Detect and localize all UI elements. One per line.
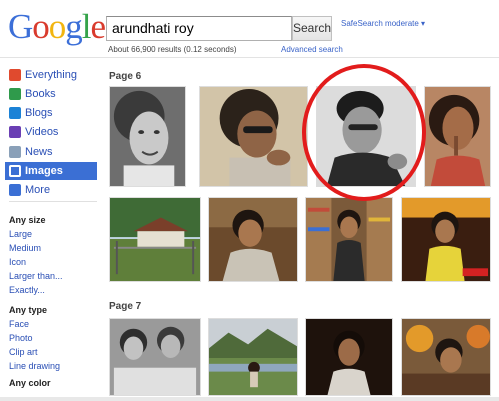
type-option-face[interactable]: Face xyxy=(9,319,29,329)
results-page-label: Page 6 xyxy=(109,71,142,82)
sidebar-item-everything[interactable]: Everything xyxy=(5,66,97,84)
sidebar-item-label: Videos xyxy=(25,126,59,138)
portrait-thumbnail xyxy=(209,198,297,281)
books-icon xyxy=(9,88,21,100)
type-option-clip-art[interactable]: Clip art xyxy=(9,347,38,357)
portrait-thumbnail xyxy=(306,319,392,395)
sidebar-item-news[interactable]: News xyxy=(5,143,97,161)
news-icon xyxy=(9,146,21,158)
bottom-scroll-bar[interactable] xyxy=(0,397,499,401)
sidebar-item-label: Everything xyxy=(25,69,77,81)
size-filter-heading: Any size xyxy=(9,215,46,225)
image-result[interactable] xyxy=(305,318,393,396)
size-option-icon[interactable]: Icon xyxy=(9,257,26,267)
sidebar-item-label: Books xyxy=(25,88,56,100)
type-filter-heading: Any type xyxy=(9,305,48,315)
type-option-photo[interactable]: Photo xyxy=(9,333,33,343)
image-result[interactable] xyxy=(424,86,491,187)
header: Google arundhati roy Search SafeSearch m… xyxy=(0,0,499,60)
sidebar-item-label: More xyxy=(25,184,51,196)
image-result[interactable] xyxy=(316,86,416,187)
sidebar-divider xyxy=(9,201,97,202)
search-input[interactable]: arundhati roy xyxy=(106,16,292,41)
sidebar-item-videos[interactable]: Videos xyxy=(5,123,97,141)
image-result[interactable] xyxy=(208,197,298,282)
sidebar-item-more[interactable]: More xyxy=(5,181,97,199)
image-result[interactable] xyxy=(109,318,201,396)
image-result[interactable] xyxy=(109,86,186,187)
logo-letter: G xyxy=(8,7,33,46)
logo-letter: e xyxy=(90,7,107,46)
type-option-line-drawing[interactable]: Line drawing xyxy=(9,361,60,371)
logo-letter: g xyxy=(65,7,82,46)
image-result[interactable] xyxy=(305,197,393,282)
house-thumbnail xyxy=(110,198,200,281)
results-page-label: Page 7 xyxy=(109,301,142,312)
logo-letter: o xyxy=(32,7,49,46)
color-filter-heading: Any color xyxy=(9,378,51,388)
sidebar-item-blogs[interactable]: Blogs xyxy=(5,104,97,122)
portrait-thumbnail xyxy=(402,198,490,281)
image-result[interactable] xyxy=(109,197,201,282)
portrait-thumbnail xyxy=(317,87,415,186)
more-icon xyxy=(9,184,21,196)
image-result[interactable] xyxy=(199,86,308,187)
logo-letter: o xyxy=(48,7,66,46)
size-option-exactly[interactable]: Exactly... xyxy=(9,285,45,295)
sidebar: Everything Books Blogs Videos News Image… xyxy=(0,58,100,401)
result-stats: About 66,900 results (0.12 seconds) xyxy=(108,45,237,54)
search-button[interactable]: Search xyxy=(292,16,332,41)
videos-icon xyxy=(9,126,21,138)
portrait-thumbnail xyxy=(200,87,307,186)
logo-letter: l xyxy=(81,7,92,46)
group-photo-thumbnail xyxy=(110,319,200,395)
crowd-thumbnail xyxy=(402,319,490,395)
sidebar-item-label: News xyxy=(25,146,53,158)
sidebar-item-label: Blogs xyxy=(25,107,53,119)
portrait-thumbnail xyxy=(110,87,185,186)
advanced-search-link[interactable]: Advanced search xyxy=(281,45,343,54)
image-result[interactable] xyxy=(401,318,491,396)
landscape-thumbnail xyxy=(209,319,297,395)
portrait-thumbnail xyxy=(425,87,490,186)
image-result[interactable] xyxy=(401,197,491,282)
google-logo[interactable]: Google xyxy=(8,7,107,46)
blogs-icon xyxy=(9,107,21,119)
portrait-thumbnail xyxy=(306,198,392,281)
sidebar-item-images[interactable]: Images xyxy=(5,162,97,180)
everything-icon xyxy=(9,69,21,81)
size-option-medium[interactable]: Medium xyxy=(9,243,41,253)
size-option-larger-than[interactable]: Larger than... xyxy=(9,271,63,281)
safesearch-dropdown[interactable]: SafeSearch moderate ▾ xyxy=(341,19,425,28)
images-icon xyxy=(9,165,21,177)
image-result[interactable] xyxy=(208,318,298,396)
size-option-large[interactable]: Large xyxy=(9,229,32,239)
sidebar-item-label: Images xyxy=(25,165,63,177)
sidebar-item-books[interactable]: Books xyxy=(5,85,97,103)
